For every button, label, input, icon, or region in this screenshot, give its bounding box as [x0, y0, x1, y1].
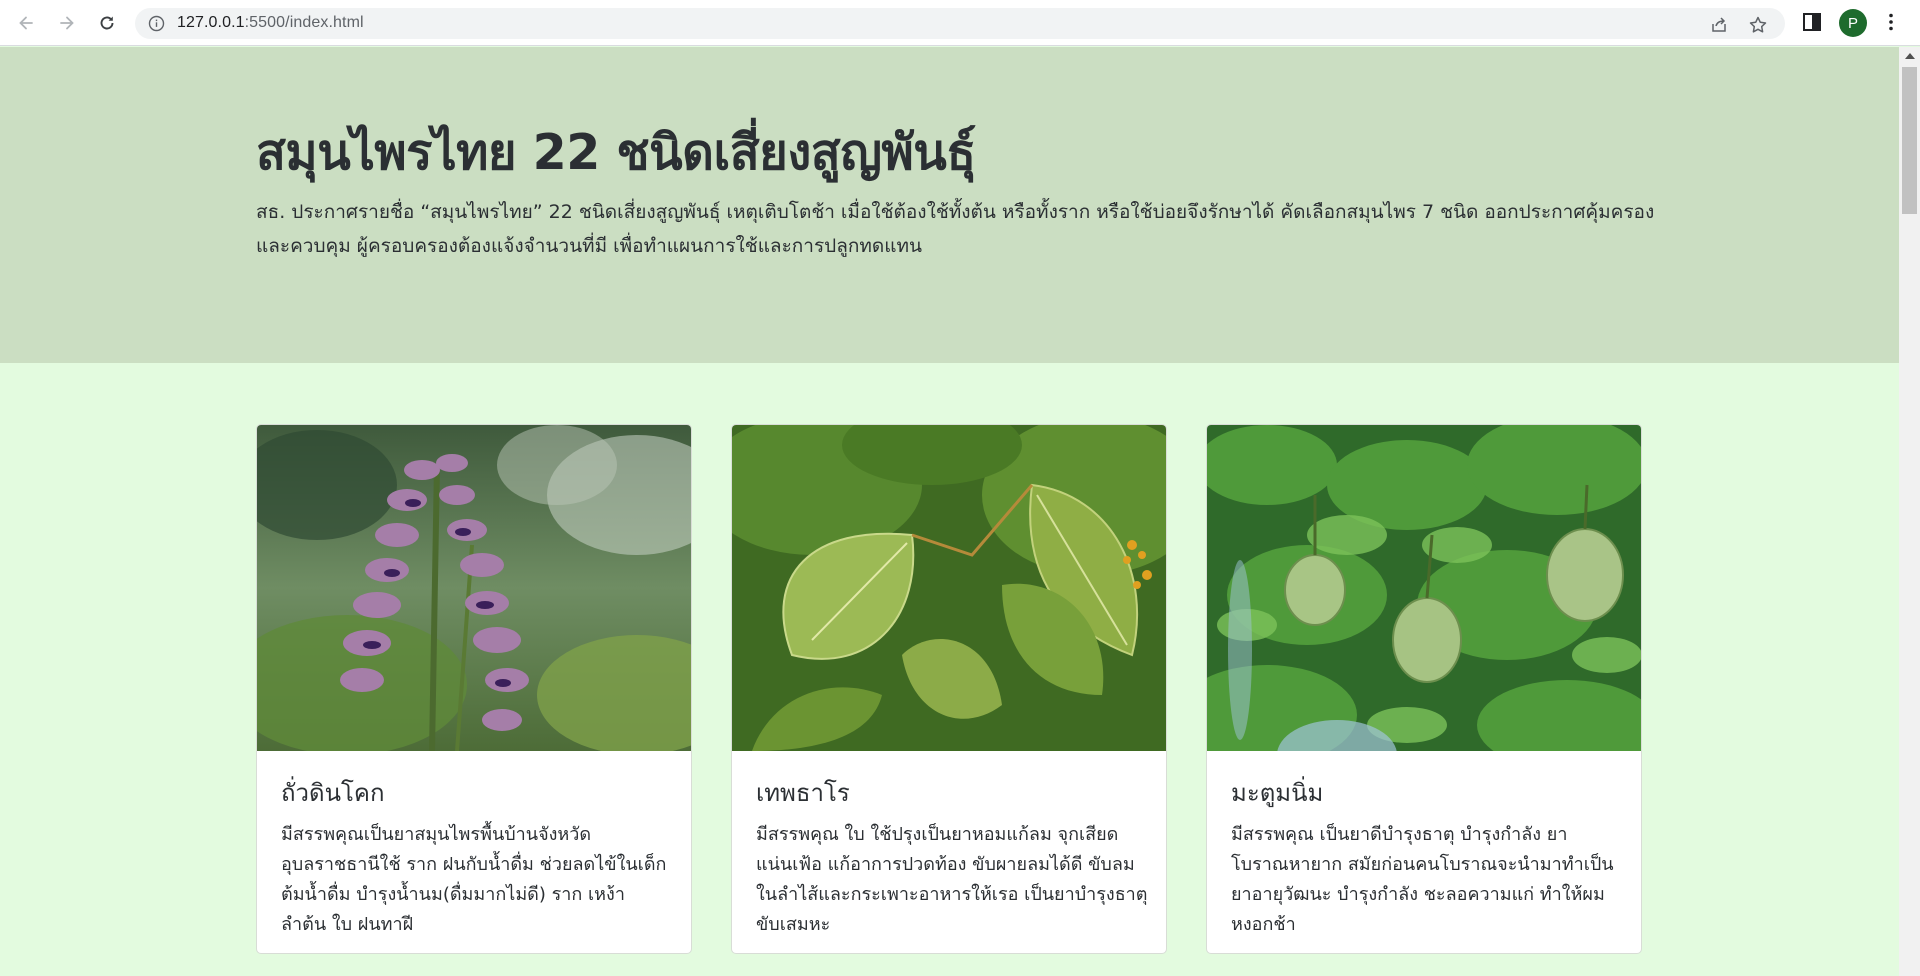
scrollbar-thumb[interactable]	[1902, 67, 1917, 214]
card-text: มีสรรพคุณเป็นยาสมุนไพรพื้นบ้านจังหวัดอุบ…	[281, 824, 667, 935]
herb-card: มะตูมนิ่ม มีสรรพคุณ เป็นยาดีบำรุงธาตุ บำ…	[1206, 424, 1642, 954]
purple-flower-image	[257, 425, 691, 751]
reload-icon	[100, 16, 114, 30]
herb-card: ถั่วดินโคก มีสรรพคุณเป็นยาสมุนไพรพื้นบ้า…	[256, 424, 692, 954]
browser-toolbar: 127.0.0.1:5500/index.html P	[0, 0, 1920, 46]
hero-section: สมุนไพรไทย 22 ชนิดเสี่ยงสูญพันธุ์ สธ. ปร…	[0, 47, 1899, 363]
url-path: :5500/index.html	[244, 14, 364, 31]
page-title: สมุนไพรไทย 22 ชนิดเสี่ยงสูญพันธุ์	[256, 124, 976, 181]
reload-button[interactable]	[93, 9, 121, 37]
page-viewport: สมุนไพรไทย 22 ชนิดเสี่ยงสูญพันธุ์ สธ. ปร…	[0, 47, 1899, 976]
back-icon	[19, 16, 33, 30]
herb-card: เทพธาโร มีสรรพคุณ ใบ ใช้ปรุงเป็นยาหอมแก้…	[731, 424, 1167, 954]
profile-avatar[interactable]: P	[1839, 9, 1867, 37]
forward-icon	[60, 16, 74, 30]
share-icon[interactable]	[1709, 15, 1729, 35]
bael-fruit-image	[1207, 425, 1641, 751]
page-scrollbar[interactable]	[1899, 47, 1920, 976]
card-text: มีสรรพคุณ ใบ ใช้ปรุงเป็นยาหอมแก้ลม จุกเส…	[756, 824, 1148, 935]
url-text: 127.0.0.1:5500/index.html	[177, 14, 364, 32]
star-icon[interactable]	[1748, 15, 1768, 35]
url-host: 127.0.0.1	[177, 14, 245, 31]
info-icon[interactable]	[148, 15, 165, 32]
menu-icon[interactable]	[1880, 11, 1902, 33]
side-panel-icon[interactable]	[1801, 11, 1823, 33]
card-title: เทพธาโร	[756, 779, 850, 807]
scroll-up-arrow-icon[interactable]	[1905, 53, 1915, 59]
card-title: ถั่วดินโคก	[281, 779, 385, 807]
card-text: มีสรรพคุณ เป็นยาดีบำรุงธาตุ บำรุงกำลัง ย…	[1231, 824, 1614, 935]
forward-button[interactable]	[53, 9, 81, 37]
back-button[interactable]	[12, 9, 40, 37]
page-description: สธ. ประกาศรายชื่อ “สมุนไพรไทย” 22 ชนิดเส…	[256, 201, 1655, 257]
card-title: มะตูมนิ่ม	[1231, 779, 1324, 807]
green-leaves-image	[732, 425, 1166, 751]
address-bar[interactable]: 127.0.0.1:5500/index.html	[135, 8, 1785, 39]
